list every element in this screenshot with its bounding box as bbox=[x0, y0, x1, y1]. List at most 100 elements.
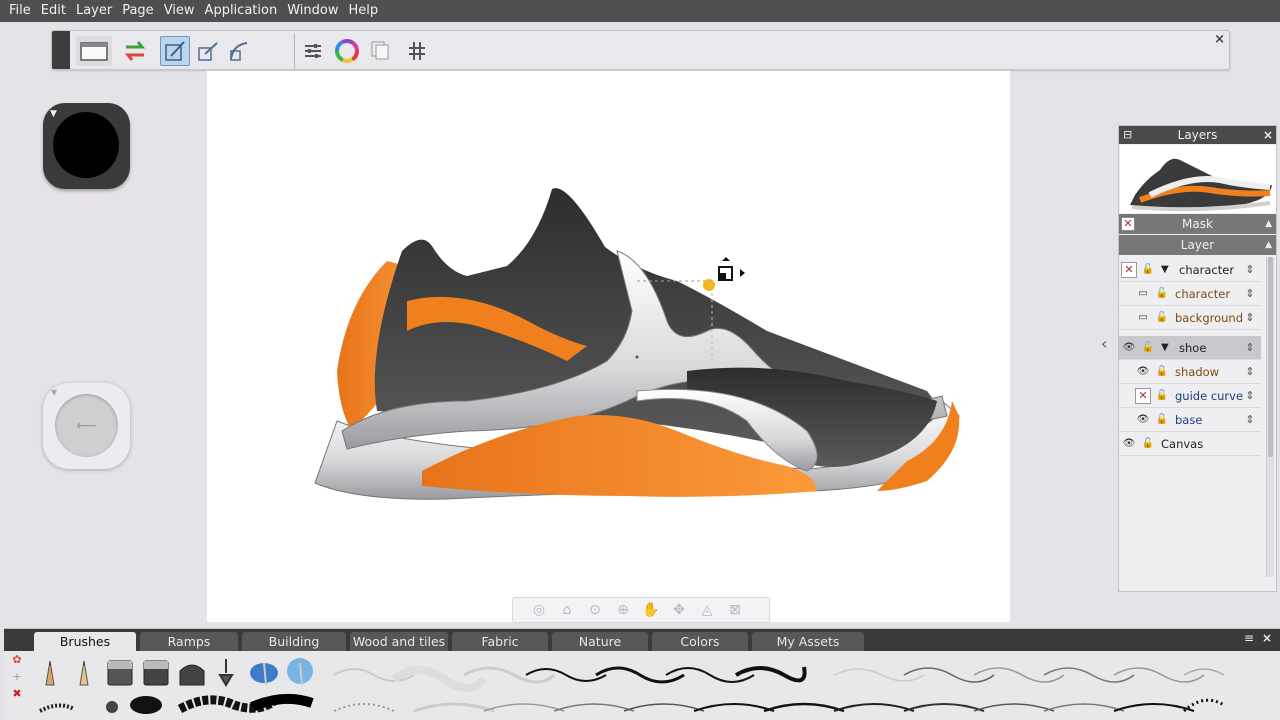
grid-icon[interactable] bbox=[402, 36, 432, 66]
lock-icon[interactable]: 🔓 bbox=[1141, 437, 1155, 451]
stroke-scale-alt-icon[interactable] bbox=[193, 36, 223, 66]
folder-icon[interactable]: ▭ bbox=[1135, 310, 1151, 326]
layer-row-shoe-group[interactable]: 👁 🔓 ▼ shoe ⇕ bbox=[1119, 336, 1261, 360]
brush-library-strip[interactable] bbox=[34, 653, 1264, 719]
layers-panel-title: Layers bbox=[1177, 128, 1218, 142]
pan-hand-icon[interactable]: ✋ bbox=[641, 600, 661, 620]
fit-icon[interactable]: ⊠ bbox=[725, 600, 745, 620]
stroke-scale-icon[interactable] bbox=[160, 36, 190, 66]
eye-icon[interactable]: 👁 bbox=[1135, 412, 1151, 428]
menu-bar: File Edit Layer Page View Application Wi… bbox=[0, 0, 1280, 22]
lock-icon[interactable]: 🔓 bbox=[1155, 413, 1169, 427]
window-icon[interactable] bbox=[76, 36, 112, 66]
puck-menu-icon[interactable]: ▼ bbox=[51, 388, 57, 397]
drawing-canvas[interactable] bbox=[207, 71, 1010, 622]
reorder-icon[interactable]: ⇕ bbox=[1243, 414, 1257, 425]
color-wheel-icon[interactable] bbox=[332, 36, 362, 66]
chevron-left-icon[interactable]: ‹ bbox=[1101, 334, 1107, 353]
scrollbar-thumb[interactable] bbox=[1268, 257, 1273, 457]
add-icon[interactable]: + bbox=[12, 670, 21, 683]
lock-icon[interactable]: 🔓 bbox=[1155, 389, 1169, 403]
opacity-slider-icon[interactable]: ⟵ bbox=[55, 394, 118, 457]
visibility-off-icon[interactable]: ✕ bbox=[1135, 387, 1151, 404]
lock-icon[interactable]: 🔓 bbox=[1155, 287, 1169, 301]
reorder-icon[interactable]: ⇕ bbox=[1243, 342, 1257, 353]
reorder-icon[interactable]: ⇕ bbox=[1243, 312, 1257, 323]
delete-icon[interactable]: ✖ bbox=[12, 687, 21, 700]
tab-brushes[interactable]: Brushes bbox=[34, 632, 136, 651]
chevron-up-icon[interactable]: ▲ bbox=[1265, 235, 1272, 255]
zoom-icon[interactable]: ⊙ bbox=[585, 600, 605, 620]
layer-row-background[interactable]: ▭ 🔓 background ⇕ bbox=[1119, 306, 1261, 330]
tab-ramps[interactable]: Ramps bbox=[140, 632, 238, 651]
tab-fabric[interactable]: Fabric bbox=[452, 632, 548, 651]
layer-row-character-group[interactable]: ✕ 🔓 ▼ character ⇕ bbox=[1119, 258, 1261, 282]
close-icon[interactable]: × bbox=[1262, 631, 1272, 645]
brush-puck[interactable]: ▼ bbox=[43, 103, 130, 189]
home-icon[interactable]: ⌂ bbox=[557, 600, 577, 620]
visibility-off-icon[interactable]: ✕ bbox=[1121, 261, 1137, 278]
tab-my-assets[interactable]: My Assets bbox=[752, 632, 864, 651]
lock-icon[interactable]: 🔓 bbox=[1155, 365, 1169, 379]
layer-row-canvas[interactable]: 👁 🔓 Canvas bbox=[1119, 432, 1261, 456]
tab-nature[interactable]: Nature bbox=[552, 632, 648, 651]
layer-row-guide-curves[interactable]: ✕ 🔓 guide curves ⇕ bbox=[1119, 384, 1261, 408]
layer-row-shadow[interactable]: 👁 🔓 shadow ⇕ bbox=[1119, 360, 1261, 384]
copy-icon[interactable] bbox=[366, 36, 396, 66]
reorder-icon[interactable]: ⇕ bbox=[1243, 264, 1257, 275]
collapse-icon[interactable]: ⊟ bbox=[1123, 126, 1132, 144]
layer-row-character[interactable]: ▭ 🔓 character ⇕ bbox=[1119, 282, 1261, 306]
canvas-nav-bar: ◎ ⌂ ⊙ ⊕ ✋ ✥ ◬ ⊠ bbox=[512, 597, 770, 623]
pen-nib-icon bbox=[218, 659, 234, 687]
menu-file[interactable]: File bbox=[4, 0, 36, 22]
layer-label: Layer bbox=[1180, 238, 1215, 252]
swap-icon[interactable] bbox=[120, 36, 150, 66]
lock-icon[interactable]: 🔓 bbox=[1155, 311, 1169, 325]
mask-disabled-icon[interactable]: ✕ bbox=[1121, 217, 1135, 231]
rotate-icon[interactable]: ✥ bbox=[669, 600, 689, 620]
reorder-icon[interactable]: ⇕ bbox=[1243, 288, 1257, 299]
color-puck[interactable]: ▼ ⟵ bbox=[43, 383, 130, 469]
menu-help[interactable]: Help bbox=[343, 0, 383, 22]
reorder-icon[interactable]: ⇕ bbox=[1243, 390, 1257, 401]
layers-nav-icon[interactable]: ◎ bbox=[529, 600, 549, 620]
sliders-icon[interactable] bbox=[298, 36, 328, 66]
mask-label: Mask bbox=[1182, 217, 1213, 231]
folder-icon[interactable]: ▭ bbox=[1135, 286, 1151, 302]
layers-scrollbar[interactable] bbox=[1266, 257, 1274, 577]
tab-colors[interactable]: Colors bbox=[652, 632, 748, 651]
menu-page[interactable]: Page bbox=[117, 0, 158, 22]
flat-brush-icon bbox=[143, 660, 169, 686]
zoom-in-icon[interactable]: ⊕ bbox=[613, 600, 633, 620]
menu-window[interactable]: Window bbox=[282, 0, 343, 22]
eye-icon[interactable]: 👁 bbox=[1121, 340, 1137, 356]
tab-building-materials[interactable]: Building materials bbox=[242, 632, 346, 668]
close-icon[interactable]: × bbox=[1263, 126, 1273, 144]
palette-icon[interactable]: ✿ bbox=[12, 653, 21, 666]
expand-triangle-icon[interactable]: ▼ bbox=[1161, 264, 1173, 275]
menu-view[interactable]: View bbox=[159, 0, 200, 22]
lock-icon[interactable]: 🔓 bbox=[1141, 341, 1155, 355]
eye-icon[interactable]: 👁 bbox=[1121, 436, 1137, 452]
stroke-curve-icon[interactable] bbox=[225, 36, 255, 66]
tab-wood-and-tiles[interactable]: Wood and tiles bbox=[350, 632, 448, 651]
puck-menu-icon[interactable]: ▼ bbox=[50, 109, 57, 119]
mask-section-header[interactable]: ✕ Mask ▲ bbox=[1119, 214, 1276, 234]
menu-application[interactable]: Application bbox=[200, 0, 283, 22]
layer-thumbnail bbox=[1120, 145, 1276, 213]
lock-icon[interactable]: 🔓 bbox=[1141, 263, 1155, 277]
toolbar-close-button[interactable]: × bbox=[1214, 32, 1225, 47]
expand-triangle-icon[interactable]: ▼ bbox=[1161, 342, 1173, 353]
flip-icon[interactable]: ◬ bbox=[697, 600, 717, 620]
chevron-up-icon[interactable]: ▲ bbox=[1265, 214, 1272, 234]
round-brush-icon bbox=[179, 664, 205, 686]
menu-icon[interactable]: ≡ bbox=[1244, 631, 1254, 645]
eye-icon[interactable]: 👁 bbox=[1135, 364, 1151, 380]
layer-section-header[interactable]: Layer ▲ bbox=[1119, 235, 1276, 255]
layer-row-base[interactable]: 👁 🔓 base ⇕ bbox=[1119, 408, 1261, 432]
toolbar-grip[interactable] bbox=[52, 31, 70, 69]
menu-edit[interactable]: Edit bbox=[36, 0, 71, 22]
toolbar-separator bbox=[294, 33, 295, 69]
menu-layer[interactable]: Layer bbox=[71, 0, 117, 22]
reorder-icon[interactable]: ⇕ bbox=[1243, 366, 1257, 377]
